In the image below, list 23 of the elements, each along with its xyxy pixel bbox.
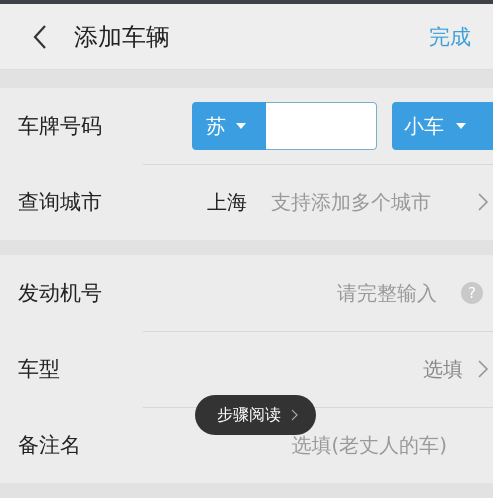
- done-button[interactable]: 完成: [429, 22, 471, 50]
- field-label: 车型: [18, 356, 61, 383]
- hint-text: 支持添加多个城市: [271, 188, 432, 216]
- chevron-right-icon: [477, 359, 489, 379]
- field-label: 备注名: [18, 432, 82, 459]
- caret-down-icon: [236, 123, 246, 129]
- chevron-right-icon: [291, 409, 298, 421]
- select-field[interactable]: 选填: [423, 356, 463, 382]
- toast-text: 步骤阅读: [217, 404, 281, 426]
- vehicle-type-dropdown[interactable]: 小车: [392, 102, 493, 150]
- plate-number-field[interactable]: [266, 102, 377, 150]
- page-title: 添加车辆: [74, 22, 171, 52]
- toast[interactable]: 步骤阅读: [195, 395, 316, 435]
- input-field[interactable]: 请完整输入: [337, 280, 437, 306]
- help-icon[interactable]: ?: [461, 282, 483, 304]
- province-dropdown[interactable]: 苏: [192, 102, 266, 150]
- city-value[interactable]: 上海: [207, 188, 247, 216]
- chevron-right-icon: [477, 192, 489, 212]
- back-icon[interactable]: [32, 24, 48, 50]
- field-label: 查询城市: [18, 189, 103, 216]
- caret-down-icon: [456, 123, 466, 129]
- field-label: 车牌号码: [18, 113, 103, 140]
- field-label: 发动机号: [18, 280, 103, 307]
